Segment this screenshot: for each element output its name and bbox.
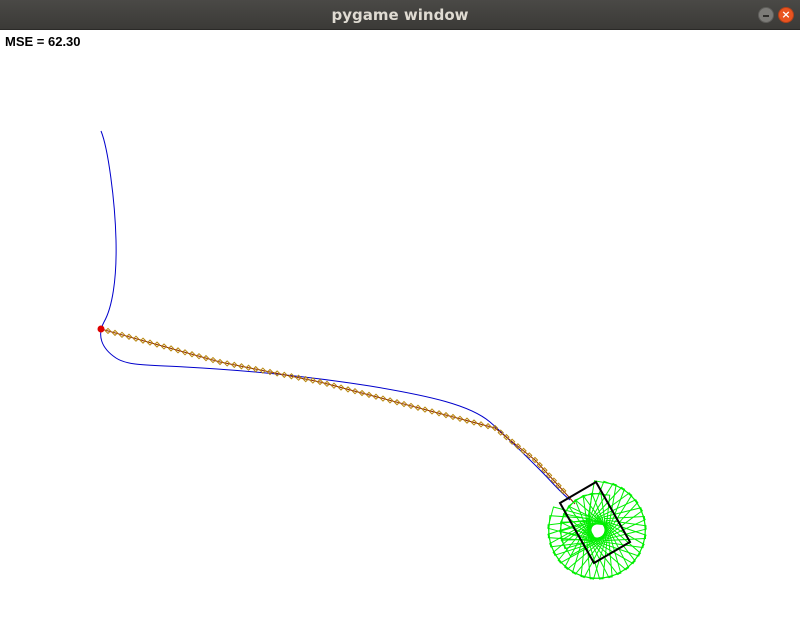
window-title: pygame window [331, 6, 469, 24]
ghost-poses [547, 480, 647, 580]
window-titlebar: pygame window × [0, 0, 800, 30]
close-icon: × [781, 8, 791, 21]
pygame-canvas[interactable]: MSE = 62.30 [0, 30, 800, 630]
minimize-icon[interactable] [758, 7, 774, 23]
mse-readout: MSE = 62.30 [5, 34, 81, 49]
start-point [97, 325, 105, 333]
close-button[interactable]: × [778, 7, 794, 23]
trajectory-trail [100, 328, 576, 505]
trail-markers [97, 325, 567, 495]
simulation-view [97, 130, 647, 580]
reference-path [100, 130, 571, 501]
